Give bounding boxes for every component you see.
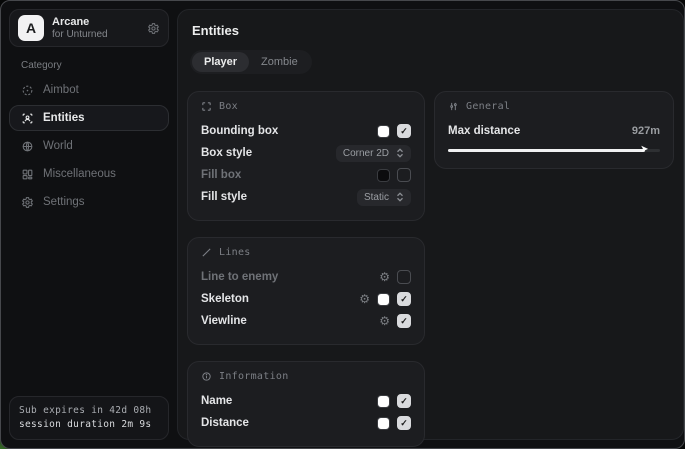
gear-icon[interactable]: ⚙: [379, 315, 390, 327]
fill-box-row: Fill box ✓: [201, 164, 411, 186]
line-to-enemy-checkbox[interactable]: ✓: [397, 270, 411, 284]
entity-tabs: Player Zombie: [190, 50, 312, 74]
color-swatch[interactable]: [377, 417, 390, 430]
line-to-enemy-row: Line to enemy ⚙ ✓: [201, 266, 411, 288]
gear-icon[interactable]: [147, 22, 160, 35]
general-card: General Max distance 927m ➤: [434, 91, 674, 169]
dropdown-value: Corner 2D: [343, 148, 389, 159]
skeleton-checkbox[interactable]: ✓: [397, 292, 411, 306]
card-header-label: General: [466, 101, 510, 112]
globe-icon: [20, 140, 34, 153]
tab-zombie[interactable]: Zombie: [249, 52, 310, 72]
checkmark-icon: ✓: [400, 397, 408, 406]
fill-style-dropdown[interactable]: Static: [357, 189, 411, 206]
distance-row: Distance ✓: [201, 412, 411, 434]
distance-checkbox[interactable]: ✓: [397, 416, 411, 430]
dropdown-value: Static: [364, 192, 389, 203]
page-title: Entities: [192, 23, 674, 38]
color-swatch[interactable]: [377, 169, 390, 182]
max-distance-value: 927m: [632, 125, 660, 137]
sidebar-item-label: World: [43, 140, 73, 152]
sidebar-item-aimbot[interactable]: Aimbot: [9, 77, 169, 103]
box-card: Box Bounding box ✓ Box style Co: [187, 91, 425, 221]
name-row: Name ✓: [201, 390, 411, 412]
app-window: A Arcane for Unturned Category A: [0, 0, 685, 449]
information-card: Information Name ✓ Distance ✓: [187, 361, 425, 447]
row-label: Bounding box: [201, 125, 377, 137]
sidebar: A Arcane for Unturned Category A: [1, 1, 177, 448]
sidebar-item-miscellaneous[interactable]: Miscellaneous: [9, 161, 169, 187]
card-header-label: Lines: [219, 247, 251, 258]
grid-icon: [20, 168, 34, 181]
checkmark-icon: ✓: [400, 127, 408, 136]
row-label: Box style: [201, 147, 336, 159]
checkmark-icon: ✓: [400, 419, 408, 428]
skeleton-row: Skeleton ⚙ ✓: [201, 288, 411, 310]
category-label: Category: [21, 60, 169, 71]
session-duration-text: session duration 2m 9s: [19, 418, 159, 432]
bounding-box-icon: [201, 101, 212, 112]
sidebar-item-label: Settings: [43, 196, 85, 208]
color-swatch[interactable]: [377, 125, 390, 138]
sidebar-item-world[interactable]: World: [9, 133, 169, 159]
checkmark-icon: ✓: [400, 317, 408, 326]
info-icon: [201, 371, 212, 382]
row-label: Fill style: [201, 191, 357, 203]
row-label: Viewline: [201, 315, 379, 327]
sidebar-nav: Aimbot Entities World: [9, 77, 169, 215]
bounding-box-checkbox[interactable]: ✓: [397, 124, 411, 138]
gear-icon[interactable]: ⚙: [359, 293, 370, 305]
viewline-checkbox[interactable]: ✓: [397, 314, 411, 328]
row-label: Skeleton: [201, 293, 359, 305]
lines-card: Lines Line to enemy ⚙ ✓ Skeleton ⚙: [187, 237, 425, 345]
row-label: Max distance: [448, 125, 632, 137]
sidebar-item-entities[interactable]: Entities: [9, 105, 169, 131]
sidebar-item-label: Entities: [43, 112, 85, 124]
max-distance-row: Max distance 927m: [448, 120, 660, 142]
bounding-box-row: Bounding box ✓: [201, 120, 411, 142]
app-title: Arcane: [52, 16, 139, 29]
sidebar-item-label: Miscellaneous: [43, 168, 116, 180]
slider-arrow-thumb[interactable]: ➤: [640, 144, 648, 156]
sliders-icon: [448, 101, 459, 112]
sidebar-item-label: Aimbot: [43, 84, 79, 96]
app-header-card: A Arcane for Unturned: [9, 9, 169, 47]
gear-icon[interactable]: ⚙: [379, 271, 390, 283]
gear-icon: [20, 196, 34, 209]
row-label: Fill box: [201, 169, 377, 181]
diagonal-line-icon: [201, 247, 212, 258]
max-distance-slider[interactable]: ➤: [448, 144, 660, 156]
name-checkbox[interactable]: ✓: [397, 394, 411, 408]
entities-icon: [20, 112, 34, 125]
sub-expiry-text: Sub expires in 42d 08h: [19, 404, 159, 418]
color-swatch[interactable]: [377, 293, 390, 306]
tab-player[interactable]: Player: [192, 52, 249, 72]
sidebar-item-settings[interactable]: Settings: [9, 189, 169, 215]
card-header-label: Information: [219, 371, 289, 382]
slider-fill: [448, 149, 645, 152]
box-style-row: Box style Corner 2D: [201, 142, 411, 164]
row-label: Line to enemy: [201, 271, 379, 283]
row-label: Name: [201, 395, 377, 407]
checkmark-icon: ✓: [400, 295, 408, 304]
app-logo: A: [18, 15, 44, 41]
chevron-up-down-icon: [396, 148, 404, 158]
card-header-label: Box: [219, 101, 238, 112]
crosshair-icon: [20, 84, 34, 97]
fill-style-row: Fill style Static: [201, 186, 411, 208]
app-subtitle: for Unturned: [52, 29, 139, 41]
fill-box-checkbox[interactable]: ✓: [397, 168, 411, 182]
subscription-status-card: Sub expires in 42d 08h session duration …: [9, 396, 169, 441]
viewline-row: Viewline ⚙ ✓: [201, 310, 411, 332]
chevron-up-down-icon: [396, 192, 404, 202]
color-swatch[interactable]: [377, 395, 390, 408]
main-panel: Entities Player Zombie Box: [177, 9, 684, 440]
row-label: Distance: [201, 417, 377, 429]
box-style-dropdown[interactable]: Corner 2D: [336, 145, 411, 162]
